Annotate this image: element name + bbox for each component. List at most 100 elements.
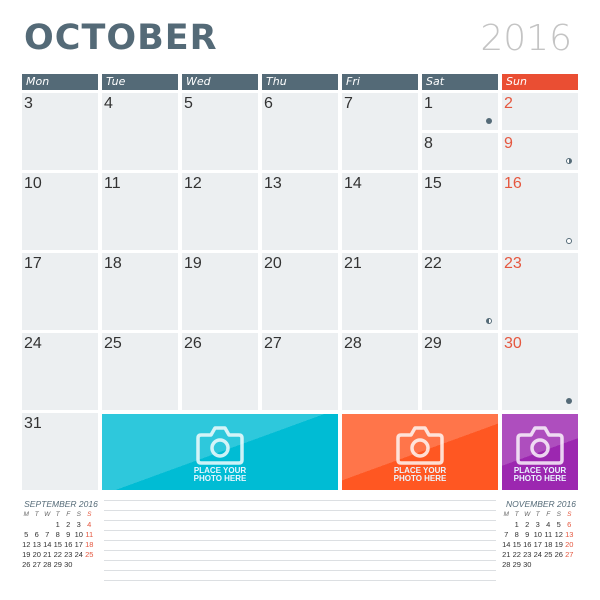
mini-day: 20 bbox=[565, 540, 574, 549]
month-title: OCTOBER bbox=[24, 18, 218, 58]
weekday-letter: S bbox=[567, 511, 572, 518]
mini-day: 19 bbox=[22, 550, 31, 559]
day-number: 9 bbox=[504, 135, 513, 152]
mini-day: 10 bbox=[533, 530, 542, 539]
note-line[interactable] bbox=[104, 520, 496, 521]
note-line[interactable] bbox=[104, 580, 496, 581]
weekday-header-tue: Tue bbox=[102, 74, 178, 90]
day-cell[interactable]: 5 bbox=[182, 93, 258, 170]
mini-day: 20 bbox=[32, 550, 41, 559]
day-number: 25 bbox=[104, 335, 122, 352]
mini-calendar-title: SEPTEMBER 2016 bbox=[24, 499, 98, 509]
day-cell[interactable]: 27 bbox=[262, 333, 338, 410]
note-line[interactable] bbox=[104, 530, 496, 531]
note-line[interactable] bbox=[104, 540, 496, 541]
day-cell[interactable]: 23 bbox=[502, 253, 578, 330]
mini-day: 19 bbox=[554, 540, 563, 549]
mini-day: 30 bbox=[523, 560, 532, 569]
day-cell[interactable]: 11 bbox=[102, 173, 178, 250]
day-number: 10 bbox=[24, 175, 42, 192]
weekday-letter: S bbox=[87, 511, 92, 518]
weekday-letter: T bbox=[514, 511, 519, 518]
day-cell[interactable]: 22 bbox=[422, 253, 498, 330]
mini-day: 26 bbox=[22, 560, 31, 569]
note-line[interactable] bbox=[104, 500, 496, 501]
day-cell[interactable]: 3 bbox=[22, 93, 98, 170]
weekday-letter: S bbox=[76, 511, 81, 518]
note-line[interactable] bbox=[104, 560, 496, 561]
photo-placeholder[interactable]: PLACE YOUR PHOTO HERE bbox=[502, 414, 578, 490]
day-cell[interactable]: 12 bbox=[182, 173, 258, 250]
mini-day: 22 bbox=[53, 550, 62, 559]
day-cell[interactable]: 21 bbox=[342, 253, 418, 330]
day-cell[interactable]: 30 bbox=[502, 333, 578, 410]
mini-day: 8 bbox=[55, 530, 60, 539]
day-number: 8 bbox=[424, 135, 433, 152]
mini-day: 23 bbox=[64, 550, 73, 559]
day-cell[interactable]: 26 bbox=[182, 333, 258, 410]
day-cell[interactable]: 24 bbox=[22, 333, 98, 410]
mini-day: 16 bbox=[64, 540, 73, 549]
day-number: 7 bbox=[344, 95, 353, 112]
mini-day bbox=[21, 520, 32, 530]
day-cell[interactable]: 10 bbox=[22, 173, 98, 250]
moon-new-icon bbox=[566, 398, 572, 404]
day-number: 17 bbox=[24, 255, 42, 272]
day-cell[interactable]: 18 bbox=[102, 253, 178, 330]
weekday-header-mon: Mon bbox=[22, 74, 98, 90]
day-cell[interactable]: 17 bbox=[22, 253, 98, 330]
mini-day bbox=[501, 520, 512, 530]
photo-placeholder[interactable]: PLACE YOUR PHOTO HERE bbox=[342, 414, 498, 490]
mini-day: 17 bbox=[74, 540, 83, 549]
mini-day: 6 bbox=[567, 520, 572, 529]
day-cell[interactable]: 16 bbox=[502, 173, 578, 250]
day-cell[interactable]: 15 bbox=[422, 173, 498, 250]
day-cell[interactable]: 31 bbox=[22, 413, 98, 490]
day-cell[interactable]: 7 bbox=[342, 93, 418, 170]
day-cell[interactable]: 19 bbox=[182, 253, 258, 330]
day-cell[interactable]: 9 bbox=[502, 133, 578, 170]
day-cell[interactable]: 8 bbox=[422, 133, 498, 170]
day-cell[interactable]: 29 bbox=[422, 333, 498, 410]
note-line[interactable] bbox=[104, 550, 496, 551]
weekday-letter: S bbox=[556, 511, 561, 518]
day-cell[interactable]: 20 bbox=[262, 253, 338, 330]
weekday-letter: M bbox=[503, 511, 509, 518]
weekday-header-fri: Fri bbox=[342, 74, 418, 90]
day-cell[interactable]: 13 bbox=[262, 173, 338, 250]
moon-first-quarter-icon bbox=[566, 158, 572, 164]
mini-day bbox=[533, 560, 544, 570]
day-number: 31 bbox=[24, 415, 42, 432]
camera-icon bbox=[396, 426, 444, 465]
mini-day: 5 bbox=[24, 530, 29, 539]
mini-day: 25 bbox=[544, 550, 553, 559]
day-cell[interactable]: 6 bbox=[262, 93, 338, 170]
photo-placeholder[interactable]: PLACE YOUR PHOTO HERE bbox=[102, 414, 338, 490]
day-cell[interactable]: 1 bbox=[422, 93, 498, 130]
note-line[interactable] bbox=[104, 570, 496, 571]
moon-full-icon bbox=[566, 238, 572, 244]
mini-day bbox=[554, 560, 565, 570]
mini-day: 12 bbox=[22, 540, 31, 549]
day-cell[interactable]: 4 bbox=[102, 93, 178, 170]
day-number: 1 bbox=[424, 95, 433, 112]
day-cell[interactable]: 28 bbox=[342, 333, 418, 410]
mini-day: 11 bbox=[85, 530, 94, 539]
mini-day: 29 bbox=[512, 560, 521, 569]
weekday-header-thu: Thu bbox=[262, 74, 338, 90]
mini-day: 23 bbox=[523, 550, 532, 559]
weekday-letter: T bbox=[535, 511, 540, 518]
note-line[interactable] bbox=[104, 510, 496, 511]
mini-day: 1 bbox=[55, 520, 60, 529]
mini-day: 27 bbox=[32, 560, 41, 569]
weekday-letter: T bbox=[55, 511, 60, 518]
day-cell[interactable]: 14 bbox=[342, 173, 418, 250]
mini-day: 6 bbox=[34, 530, 39, 539]
day-cell[interactable]: 25 bbox=[102, 333, 178, 410]
day-cell[interactable]: 2 bbox=[502, 93, 578, 130]
day-number: 27 bbox=[264, 335, 282, 352]
day-number: 3 bbox=[24, 95, 33, 112]
mini-day: 8 bbox=[514, 530, 519, 539]
moon-new-icon bbox=[486, 118, 492, 124]
mini-day bbox=[42, 520, 53, 530]
